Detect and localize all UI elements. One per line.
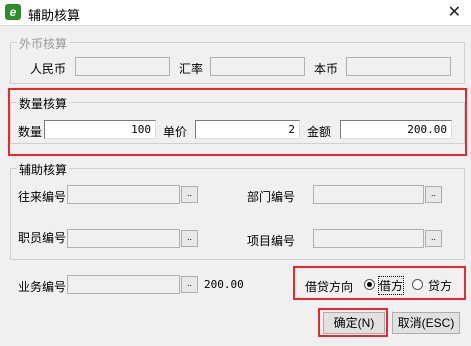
close-icon[interactable]: ✕ bbox=[448, 2, 461, 22]
contact-code-field[interactable] bbox=[67, 185, 180, 204]
project-code-field[interactable] bbox=[313, 229, 424, 248]
window-title: 辅助核算 bbox=[28, 8, 81, 23]
foreign-currency-legend: 外币核算 bbox=[17, 35, 70, 52]
staff-code-label: 职员编号 bbox=[18, 231, 67, 245]
staff-code-field[interactable] bbox=[67, 229, 180, 248]
contact-code-label: 往来编号 bbox=[18, 190, 67, 204]
project-browse-button[interactable]: .. bbox=[425, 230, 442, 247]
credit-radio-label[interactable]: 贷方 bbox=[428, 277, 452, 294]
dept-code-label: 部门编号 bbox=[247, 190, 296, 204]
debit-radio[interactable] bbox=[364, 279, 375, 290]
unit-price-field[interactable]: 2 bbox=[195, 120, 300, 139]
unit-price-label: 单价 bbox=[163, 125, 188, 139]
quantity-field[interactable]: 100 bbox=[44, 120, 156, 139]
rmb-field[interactable] bbox=[75, 57, 170, 76]
business-code-label: 业务编号 bbox=[18, 280, 67, 294]
ok-button[interactable]: 确定(N) bbox=[323, 312, 385, 334]
business-browse-button[interactable]: .. bbox=[181, 276, 198, 293]
debit-credit-direction-label: 借贷方向 bbox=[305, 280, 354, 294]
contact-browse-button[interactable]: .. bbox=[181, 186, 198, 203]
project-code-label: 项目编号 bbox=[247, 234, 296, 248]
local-currency-label: 本币 bbox=[314, 62, 339, 76]
quantity-legend: 数量核算 bbox=[17, 95, 70, 112]
rmb-label: 人民币 bbox=[30, 62, 67, 76]
app-logo-icon: e bbox=[5, 4, 21, 20]
exchange-rate-field[interactable] bbox=[210, 57, 305, 76]
cancel-button[interactable]: 取消(ESC) bbox=[392, 312, 460, 334]
quantity-label: 数量 bbox=[18, 125, 43, 139]
auxiliary-legend: 辅助核算 bbox=[17, 161, 70, 178]
debit-radio-label[interactable]: 借方 bbox=[377, 276, 405, 295]
dept-browse-button[interactable]: .. bbox=[425, 186, 442, 203]
staff-browse-button[interactable]: .. bbox=[181, 230, 198, 247]
business-code-field[interactable] bbox=[67, 275, 180, 294]
dept-code-field[interactable] bbox=[313, 185, 424, 204]
title-bar: e 辅助核算 ✕ bbox=[0, 0, 471, 26]
amount-label: 金额 bbox=[307, 125, 332, 139]
amount-field[interactable]: 200.00 bbox=[340, 120, 452, 139]
exchange-rate-label: 汇率 bbox=[179, 62, 204, 76]
business-amount-value: 200.00 bbox=[204, 278, 244, 291]
credit-radio[interactable] bbox=[412, 279, 423, 290]
local-currency-field[interactable] bbox=[346, 57, 451, 76]
